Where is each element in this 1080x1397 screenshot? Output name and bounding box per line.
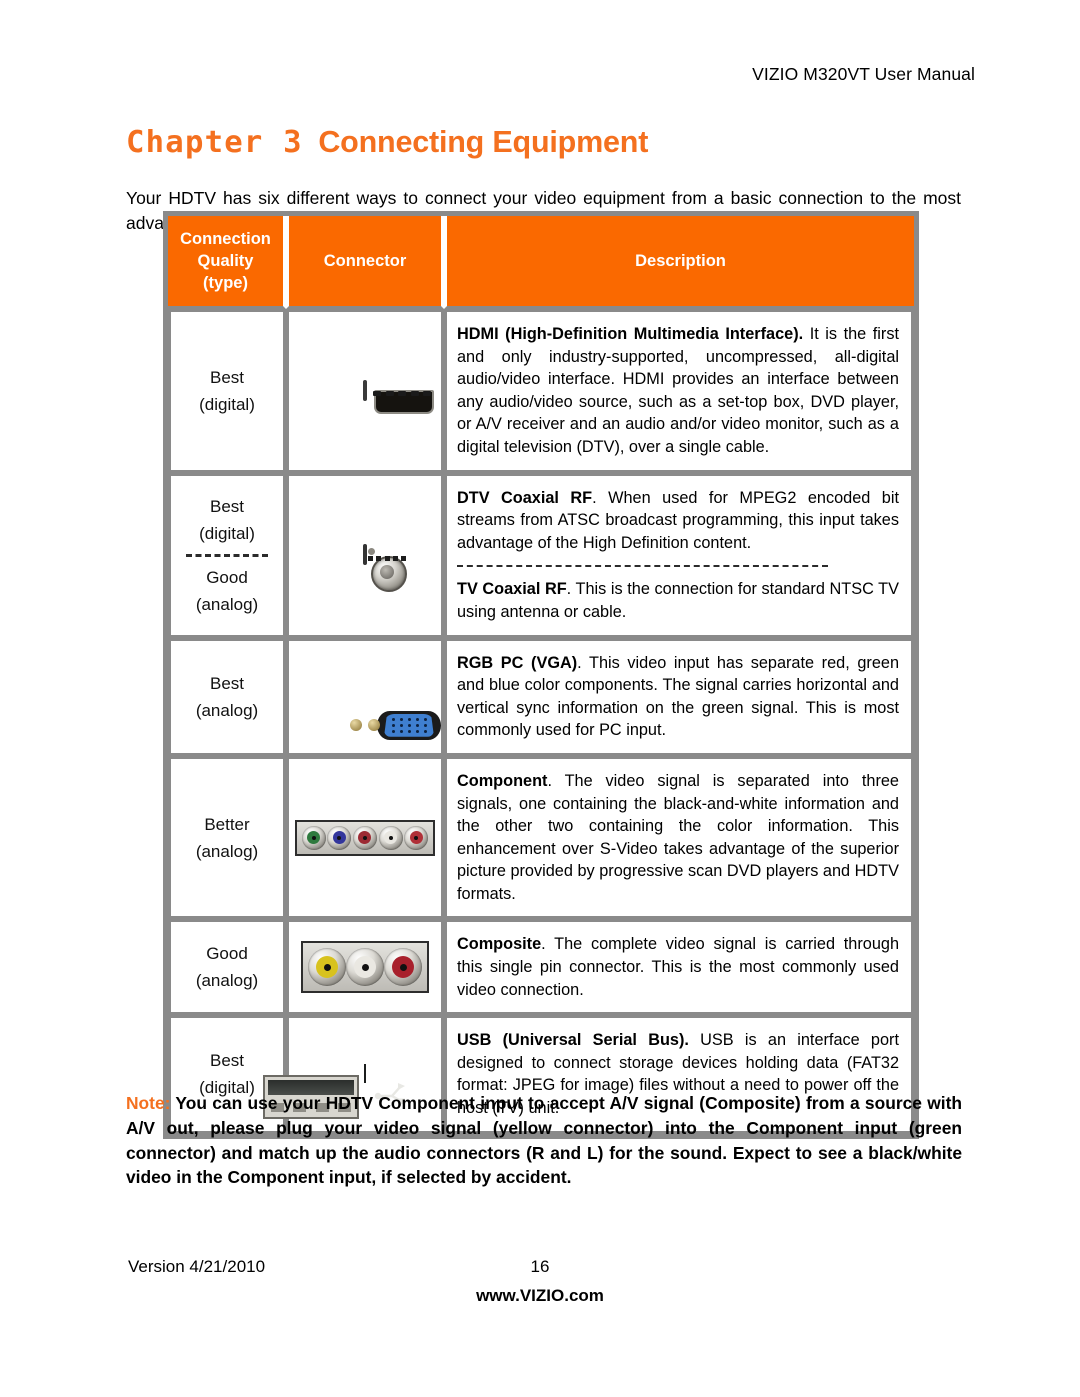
column-header-description: Description — [444, 216, 914, 309]
component-rca-jacks-icon — [295, 819, 435, 856]
quality-line: Best — [209, 1051, 245, 1071]
footer-page-number: 16 — [530, 1257, 550, 1276]
description-title: USB (Universal Serial Bus). — [457, 1031, 689, 1050]
quality-line: Good — [206, 567, 248, 587]
footer-website: www.VIZIO.com — [476, 1286, 604, 1305]
quality-line: Best — [209, 496, 245, 516]
table-row: Best (digital) HDMI (High-Definition Mul… — [168, 309, 914, 473]
column-header-connector: Connector — [286, 216, 444, 309]
header-line-3: (type) — [203, 274, 248, 292]
table-row: Better (analog) Component. The video sig… — [168, 755, 914, 920]
table-body: Best (digital) HDMI (High-Definition Mul… — [168, 309, 914, 1134]
quality-line: (analog) — [195, 700, 259, 720]
quality-divider — [186, 553, 268, 557]
connection-table: Connection Quality (type) Connector Desc… — [163, 211, 919, 1139]
chapter-number-label: Chapter 3 — [126, 125, 303, 160]
description-cell: HDMI (High-Definition Multimedia Interfa… — [444, 309, 914, 473]
connector-cell — [286, 472, 444, 638]
table-row: Best (digital) Good (analog) DTV Coaxial… — [168, 472, 914, 638]
quality-line: (digital) — [199, 394, 255, 414]
header-line-2: Quality — [197, 252, 254, 270]
description-title: HDMI (High-Definition Multimedia Interfa… — [457, 325, 804, 343]
note-text: You can use your HDTV Component input to… — [126, 1093, 962, 1188]
description-body: . The video signal is separated into thr… — [457, 771, 899, 903]
column-header-connection-quality: Connection Quality (type) — [168, 216, 286, 309]
running-header: VIZIO M320VT User Manual — [752, 64, 975, 84]
connector-cell — [286, 755, 444, 920]
description-cell: Composite. The complete video signal is … — [444, 919, 914, 1016]
table-row: Best (analog) RGB PC (VGA). This video i… — [168, 637, 914, 756]
quality-line: (analog) — [195, 841, 259, 861]
quality-cell: Best (digital) — [168, 309, 286, 473]
quality-line: Good — [206, 944, 248, 964]
quality-line: (analog) — [195, 971, 259, 991]
description-title: Composite — [457, 935, 542, 954]
quality-line: Better — [204, 814, 250, 834]
quality-cell: Best (analog) — [168, 637, 286, 756]
table-row: Good (analog) Composite. The complete vi… — [168, 919, 914, 1016]
description-title: DTV Coaxial RF — [457, 488, 593, 507]
quality-cell: Better (analog) — [168, 755, 286, 920]
description-divider — [457, 565, 829, 568]
composite-rca-jacks-icon — [301, 941, 429, 994]
description-title: RGB PC (VGA) — [457, 653, 578, 672]
quality-line: (digital) — [199, 523, 255, 543]
connector-cell — [286, 637, 444, 756]
description-cell: DTV Coaxial RF. When used for MPEG2 enco… — [444, 472, 914, 638]
connector-cell — [286, 309, 444, 473]
description-title: TV Coaxial RF — [457, 580, 567, 599]
quality-line: Best — [209, 367, 245, 387]
note-label: Note: — [126, 1093, 171, 1114]
description-title: Component — [457, 771, 548, 790]
chapter-title: Connecting Equipment — [318, 125, 649, 159]
header-line-1: Connection — [180, 230, 271, 248]
chapter-heading: Chapter 3 Connecting Equipment — [126, 125, 648, 160]
connector-cell — [286, 919, 444, 1016]
table-header: Connection Quality (type) Connector Desc… — [168, 216, 914, 309]
quality-cell: Best (digital) Good (analog) — [168, 472, 286, 638]
manual-page: VIZIO M320VT User Manual Chapter 3 Conne… — [0, 0, 1080, 1397]
description-body: It is the first and only industry-suppor… — [457, 325, 899, 456]
quality-line: Best — [209, 673, 245, 693]
quality-cell: Good (analog) — [168, 919, 286, 1016]
description-cell: Component. The video signal is separated… — [444, 755, 914, 920]
description-cell: RGB PC (VGA). This video input has separ… — [444, 637, 914, 756]
quality-line: (analog) — [195, 594, 259, 614]
note-paragraph: Note: You can use your HDTV Component in… — [126, 1091, 962, 1189]
